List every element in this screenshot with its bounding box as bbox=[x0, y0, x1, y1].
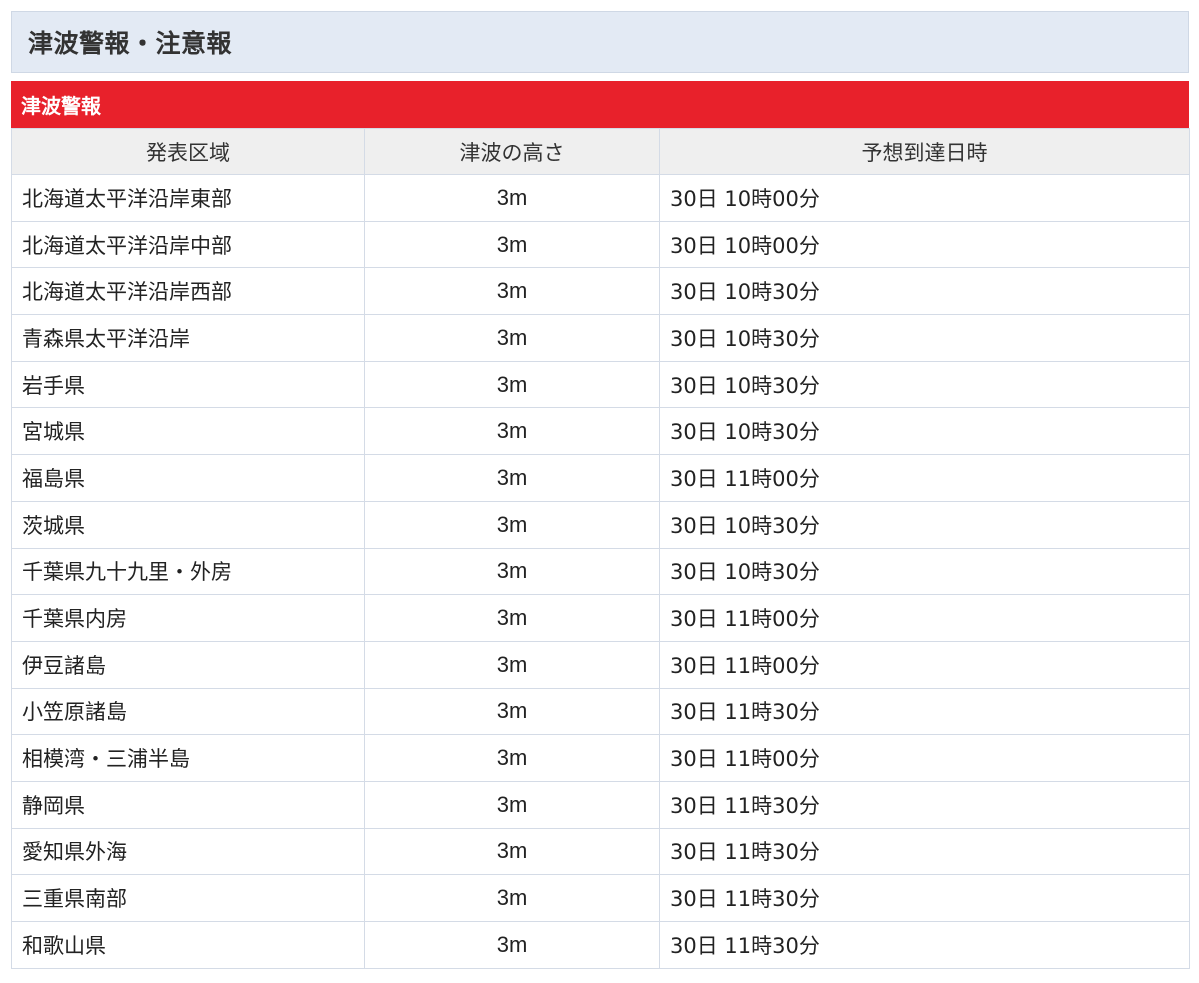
arrival-cell: 30日 10時30分 bbox=[659, 500, 1190, 549]
height-cell: 3m bbox=[364, 874, 660, 922]
area-cell: 青森県太平洋沿岸 bbox=[11, 314, 365, 362]
area-cell: 千葉県九十九里・外房 bbox=[11, 547, 365, 596]
height-cell: 3m bbox=[364, 500, 660, 549]
arrival-cell: 30日 11時00分 bbox=[659, 454, 1190, 502]
area-cell: 岩手県 bbox=[11, 360, 365, 409]
arrival-cell: 30日 10時30分 bbox=[659, 314, 1190, 362]
area-cell: 北海道太平洋沿岸西部 bbox=[11, 267, 365, 316]
table-row: 相模湾・三浦半島 3m 30日 11時00分 bbox=[11, 734, 1190, 782]
table-row: 伊豆諸島 3m 30日 11時00分 bbox=[11, 640, 1190, 689]
area-cell: 愛知県外海 bbox=[11, 827, 365, 876]
height-cell: 3m bbox=[364, 734, 660, 782]
table-row: 静岡県 3m 30日 11時30分 bbox=[11, 780, 1190, 829]
table-row: 千葉県九十九里・外房 3m 30日 10時30分 bbox=[11, 547, 1190, 596]
arrival-cell: 30日 10時00分 bbox=[659, 220, 1190, 269]
area-cell: 小笠原諸島 bbox=[11, 687, 365, 736]
height-cell: 3m bbox=[364, 827, 660, 876]
arrival-cell: 30日 11時30分 bbox=[659, 874, 1190, 922]
page-title: 津波警報・注意報 bbox=[28, 29, 233, 58]
height-cell: 3m bbox=[364, 594, 660, 642]
table-row: 愛知県外海 3m 30日 11時30分 bbox=[11, 827, 1190, 876]
arrival-cell: 30日 11時00分 bbox=[659, 734, 1190, 782]
height-cell: 3m bbox=[364, 640, 660, 689]
height-cell: 3m bbox=[364, 220, 660, 269]
area-cell: 和歌山県 bbox=[11, 921, 365, 969]
height-cell: 3m bbox=[364, 454, 660, 502]
area-cell: 相模湾・三浦半島 bbox=[11, 734, 365, 782]
tsunami-table: 発表区域 津波の高さ 予想到達日時 北海道太平洋沿岸東部 3m 30日 10時00分… bbox=[11, 128, 1190, 969]
area-cell: 福島県 bbox=[11, 454, 365, 502]
arrival-cell: 30日 10時30分 bbox=[659, 360, 1190, 409]
arrival-cell: 30日 10時00分 bbox=[659, 174, 1190, 222]
arrival-cell: 30日 11時30分 bbox=[659, 687, 1190, 736]
height-cell: 3m bbox=[364, 360, 660, 409]
area-cell: 北海道太平洋沿岸中部 bbox=[11, 220, 365, 269]
height-cell: 3m bbox=[364, 267, 660, 316]
area-cell: 千葉県内房 bbox=[11, 594, 365, 642]
table-row: 福島県 3m 30日 11時00分 bbox=[11, 454, 1190, 502]
warning-banner: 津波警報 bbox=[11, 81, 1189, 128]
table-row: 茨城県 3m 30日 10時30分 bbox=[11, 500, 1190, 549]
area-cell: 静岡県 bbox=[11, 780, 365, 829]
table-row: 千葉県内房 3m 30日 11時00分 bbox=[11, 594, 1190, 642]
arrival-cell: 30日 10時30分 bbox=[659, 267, 1190, 316]
column-header-arrival: 予想到達日時 bbox=[659, 128, 1190, 175]
table-row: 小笠原諸島 3m 30日 11時30分 bbox=[11, 687, 1190, 736]
table-row: 北海道太平洋沿岸東部 3m 30日 10時00分 bbox=[11, 174, 1190, 222]
area-cell: 茨城県 bbox=[11, 500, 365, 549]
table-row: 青森県太平洋沿岸 3m 30日 10時30分 bbox=[11, 314, 1190, 362]
height-cell: 3m bbox=[364, 547, 660, 596]
warning-title: 津波警報 bbox=[21, 94, 101, 118]
height-cell: 3m bbox=[364, 921, 660, 969]
column-header-height: 津波の高さ bbox=[364, 128, 660, 175]
table-body: 北海道太平洋沿岸東部 3m 30日 10時00分 北海道太平洋沿岸中部 3m 30日 10… bbox=[11, 174, 1190, 969]
area-cell: 伊豆諸島 bbox=[11, 640, 365, 689]
table-row: 宮城県 3m 30日 10時30分 bbox=[11, 407, 1190, 456]
table-row: 岩手県 3m 30日 10時30分 bbox=[11, 360, 1190, 409]
arrival-cell: 30日 11時30分 bbox=[659, 780, 1190, 829]
height-cell: 3m bbox=[364, 174, 660, 222]
height-cell: 3m bbox=[364, 314, 660, 362]
table-row: 三重県南部 3m 30日 11時30分 bbox=[11, 874, 1190, 922]
arrival-cell: 30日 10時30分 bbox=[659, 547, 1190, 596]
area-cell: 北海道太平洋沿岸東部 bbox=[11, 174, 365, 222]
arrival-cell: 30日 10時30分 bbox=[659, 407, 1190, 456]
tsunami-panel: 津波警報・注意報 津波警報 発表区域 津波の高さ 予想到達日時 北海道太平洋沿岸… bbox=[11, 11, 1190, 969]
arrival-cell: 30日 11時30分 bbox=[659, 827, 1190, 876]
column-header-area: 発表区域 bbox=[11, 128, 365, 175]
table-row: 北海道太平洋沿岸西部 3m 30日 10時30分 bbox=[11, 267, 1190, 316]
height-cell: 3m bbox=[364, 407, 660, 456]
arrival-cell: 30日 11時30分 bbox=[659, 921, 1190, 969]
area-cell: 宮城県 bbox=[11, 407, 365, 456]
height-cell: 3m bbox=[364, 780, 660, 829]
area-cell: 三重県南部 bbox=[11, 874, 365, 922]
table-row: 北海道太平洋沿岸中部 3m 30日 10時00分 bbox=[11, 220, 1190, 269]
section-header: 津波警報・注意報 bbox=[11, 11, 1189, 73]
table-header-row: 発表区域 津波の高さ 予想到達日時 bbox=[11, 128, 1190, 175]
arrival-cell: 30日 11時00分 bbox=[659, 640, 1190, 689]
height-cell: 3m bbox=[364, 687, 660, 736]
arrival-cell: 30日 11時00分 bbox=[659, 594, 1190, 642]
table-row: 和歌山県 3m 30日 11時30分 bbox=[11, 921, 1190, 969]
